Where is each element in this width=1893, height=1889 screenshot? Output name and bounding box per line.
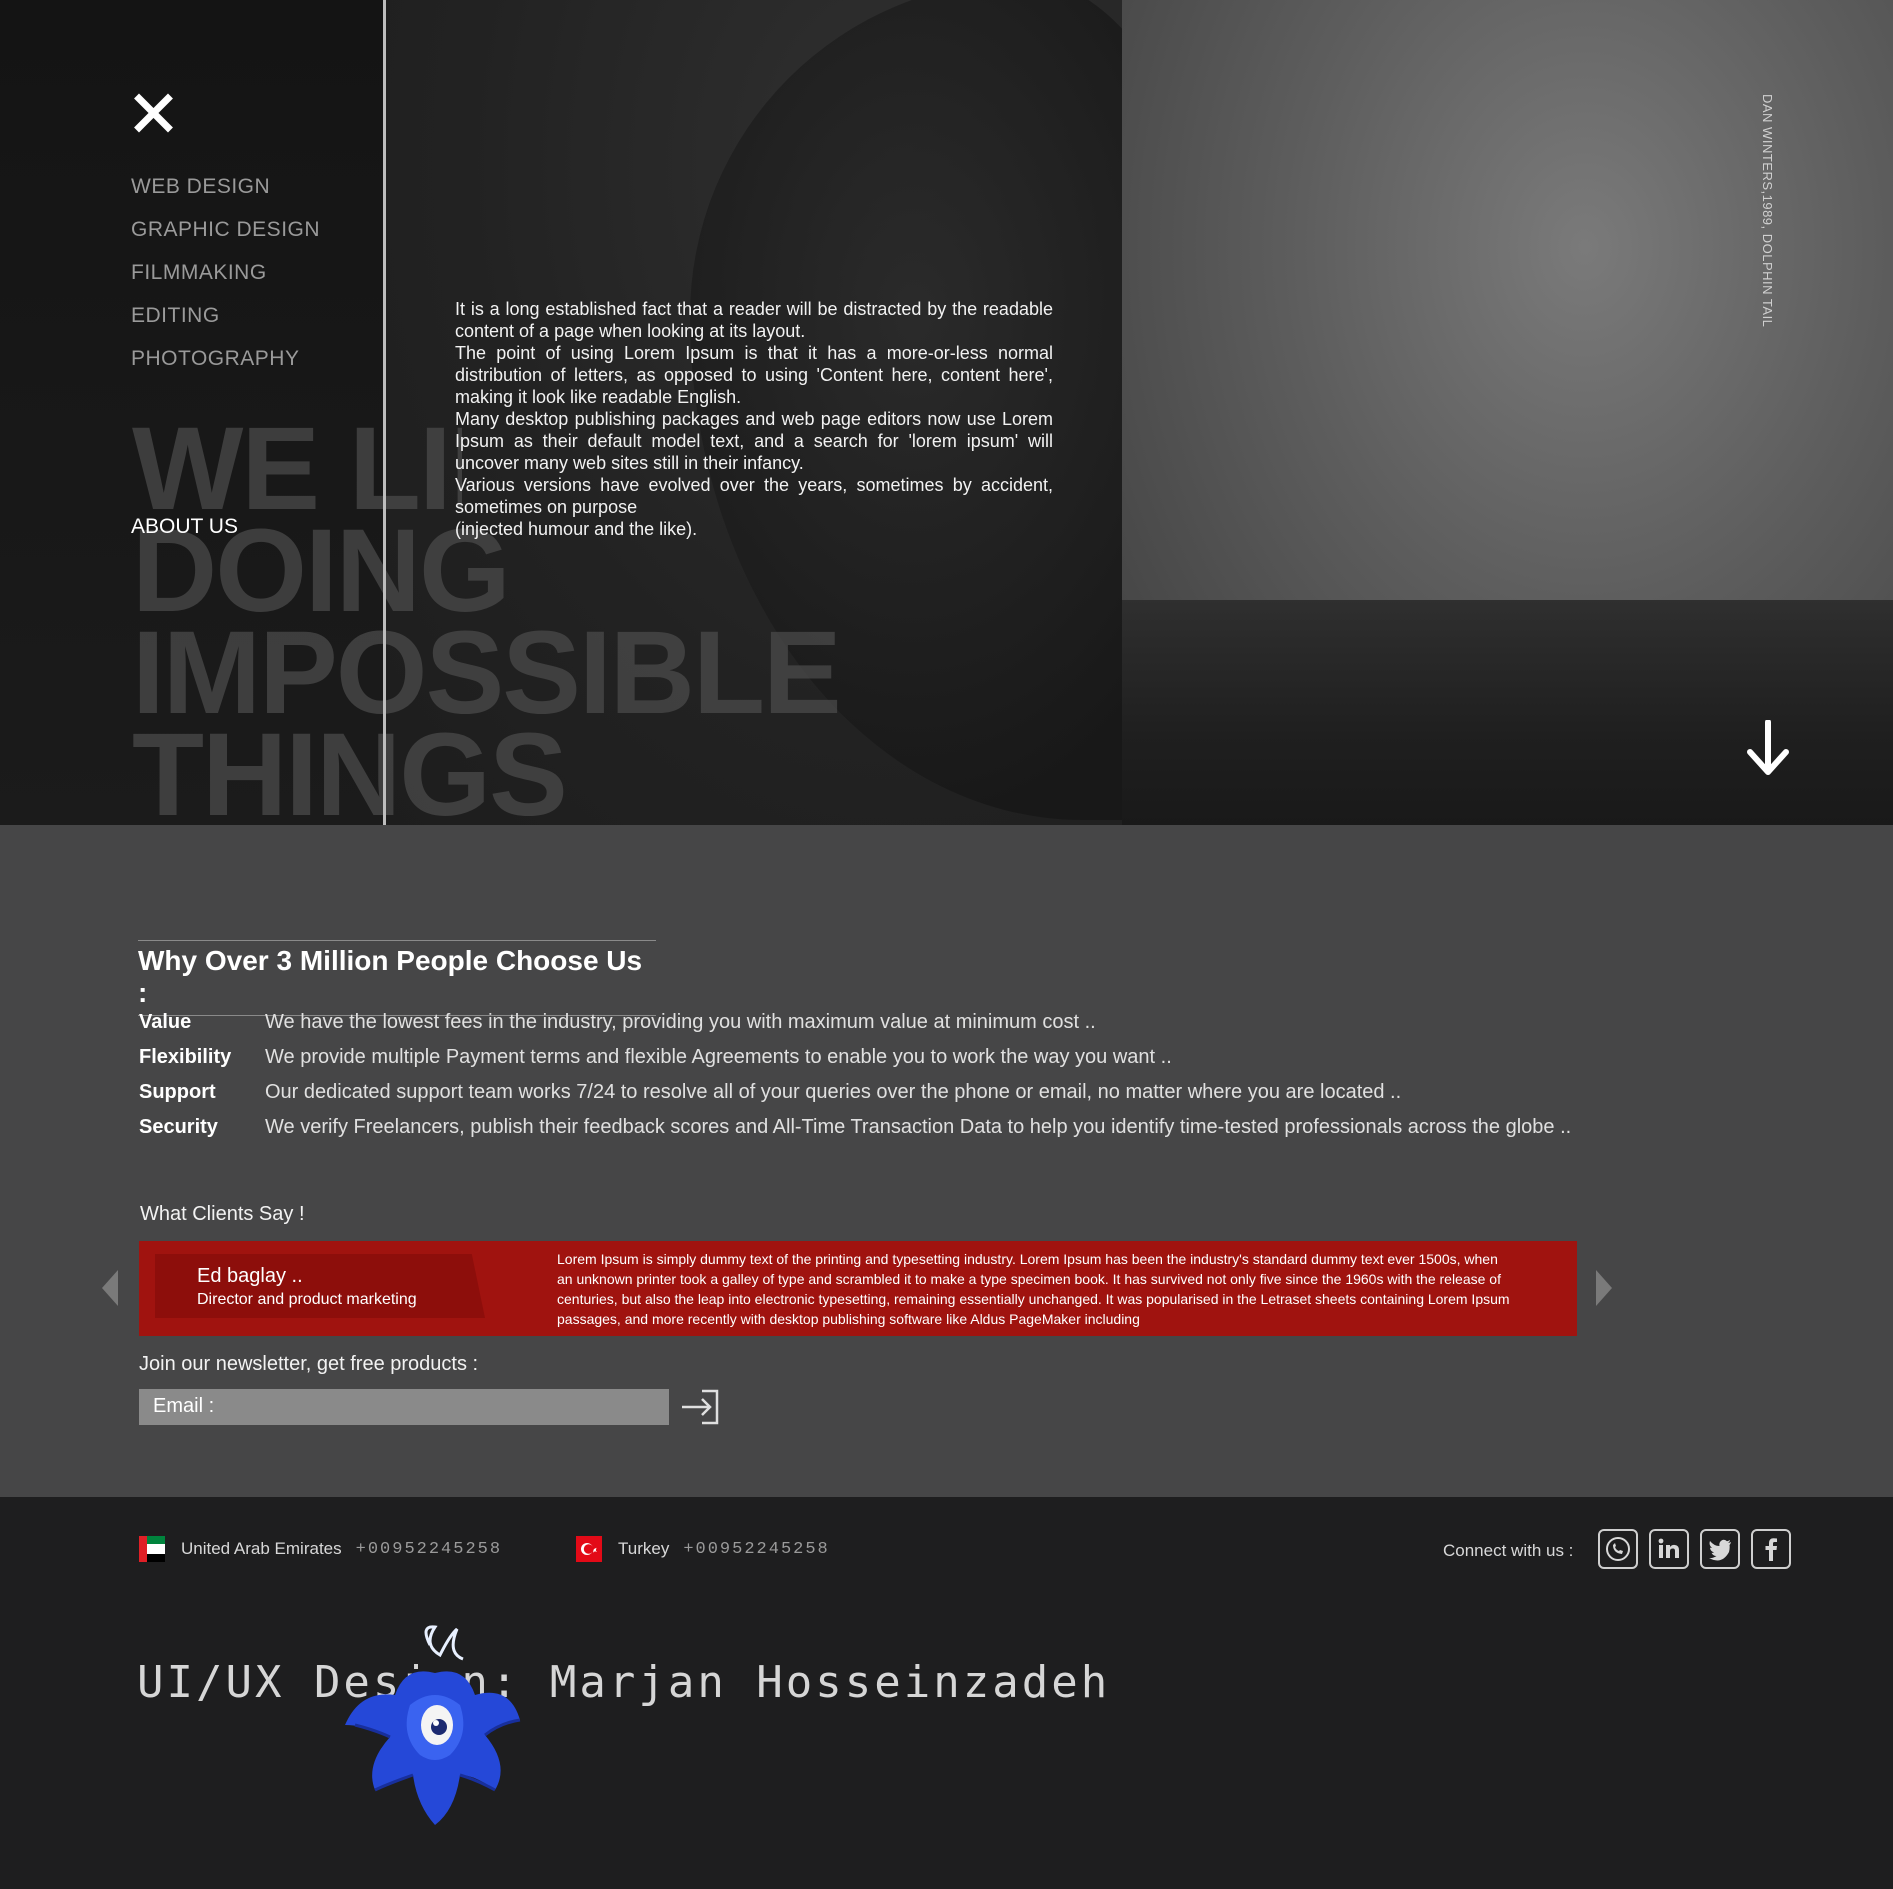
menu-item-photography[interactable]: PHOTOGRAPHY [131, 344, 320, 387]
feature-row: Security We verify Freelancers, publish … [139, 1110, 1571, 1145]
menu-item-about-us[interactable]: ABOUT US [131, 515, 238, 539]
feature-text: Our dedicated support team works 7/24 to… [265, 1081, 1402, 1103]
twitter-icon[interactable] [1700, 1529, 1740, 1569]
feature-row: Value We have the lowest fees in the ind… [139, 1005, 1571, 1040]
slogan-line-4: THINGS [132, 709, 568, 825]
sea-horizon [1122, 600, 1893, 825]
about-paragraph: The point of using Lorem Ipsum is that i… [455, 343, 1053, 407]
clients-title: What Clients Say ! [140, 1203, 305, 1225]
menu-divider [383, 0, 386, 825]
arrow-down-icon[interactable] [1746, 720, 1790, 776]
linkedin-icon[interactable] [1649, 1529, 1689, 1569]
hero-section: WE LIKE DOING IMPOSSIBLE THINGS WEB DESI… [0, 0, 1893, 825]
testimonial-role: Director and product marketing [197, 1291, 417, 1308]
close-icon[interactable] [132, 92, 174, 134]
menu-item-web-design[interactable]: WEB DESIGN [131, 172, 320, 215]
testimonial-quote: Lorem Ipsum is simply dummy text of the … [557, 1251, 1510, 1327]
email-label: Email : [153, 1395, 215, 1417]
testimonial-name: Ed baglay .. [197, 1265, 303, 1287]
menu-item-editing[interactable]: EDITING [131, 301, 320, 344]
feature-text: We verify Freelancers, publish their fee… [265, 1116, 1572, 1138]
contact-phone[interactable]: +00952245258 [356, 1540, 502, 1559]
contact-uae: United Arab Emirates +00952245258 [139, 1536, 502, 1562]
features-section: Why Over 3 Million People Choose Us : Va… [0, 825, 1893, 1497]
connect-label: Connect with us : [1443, 1541, 1574, 1560]
main-menu: WEB DESIGN GRAPHIC DESIGN FILMMAKING EDI… [131, 172, 320, 387]
about-paragraph: (injected humour and the like). [455, 519, 698, 539]
submit-icon[interactable] [680, 1388, 720, 1426]
feature-key: Value [139, 1011, 192, 1033]
footer: United Arab Emirates +00952245258 Turkey… [0, 1497, 1893, 1889]
designer-credit: UI/UX Design: Marjan Hosseinzadeh [137, 1657, 1111, 1708]
facebook-icon[interactable] [1751, 1529, 1791, 1569]
carousel-prev-icon[interactable] [100, 1268, 120, 1308]
feature-key: Support [139, 1081, 216, 1103]
feature-text: We provide multiple Payment terms and fl… [265, 1046, 1172, 1068]
photo-credit: DAN WINTERS,1989, DOLPHIN TAIL [1760, 94, 1775, 328]
about-text: It is a long established fact that a rea… [455, 298, 1053, 540]
menu-item-graphic-design[interactable]: GRAPHIC DESIGN [131, 215, 320, 258]
contact-country: Turkey [618, 1539, 670, 1558]
blue-creature-illustration [345, 1625, 521, 1825]
about-paragraph: Various versions have evolved over the y… [455, 475, 1053, 517]
about-paragraph: It is a long established fact that a rea… [455, 299, 1053, 341]
feature-key: Security [139, 1116, 218, 1138]
feature-key: Flexibility [139, 1046, 232, 1068]
feature-row: Flexibility We provide multiple Payment … [139, 1040, 1571, 1075]
email-field[interactable] [139, 1389, 669, 1425]
contact-country: United Arab Emirates [181, 1539, 342, 1558]
contact-phone[interactable]: +00952245258 [683, 1540, 829, 1559]
turkey-flag-icon [576, 1536, 602, 1562]
feature-text: We have the lowest fees in the industry,… [265, 1011, 1096, 1033]
feature-row: Support Our dedicated support team works… [139, 1075, 1571, 1110]
newsletter-title: Join our newsletter, get free products : [139, 1353, 479, 1375]
whatsapp-icon[interactable] [1598, 1529, 1638, 1569]
feature-list: Value We have the lowest fees in the ind… [139, 1005, 1571, 1145]
carousel-next-icon[interactable] [1594, 1268, 1614, 1308]
contact-turkey: Turkey +00952245258 [576, 1536, 830, 1562]
hero-photo [1122, 0, 1893, 825]
about-paragraph: Many desktop publishing packages and web… [455, 409, 1053, 473]
menu-item-filmmaking[interactable]: FILMMAKING [131, 258, 320, 301]
uae-flag-icon [139, 1536, 165, 1562]
testimonial-card: Ed baglay .. Director and product market… [139, 1241, 1577, 1336]
